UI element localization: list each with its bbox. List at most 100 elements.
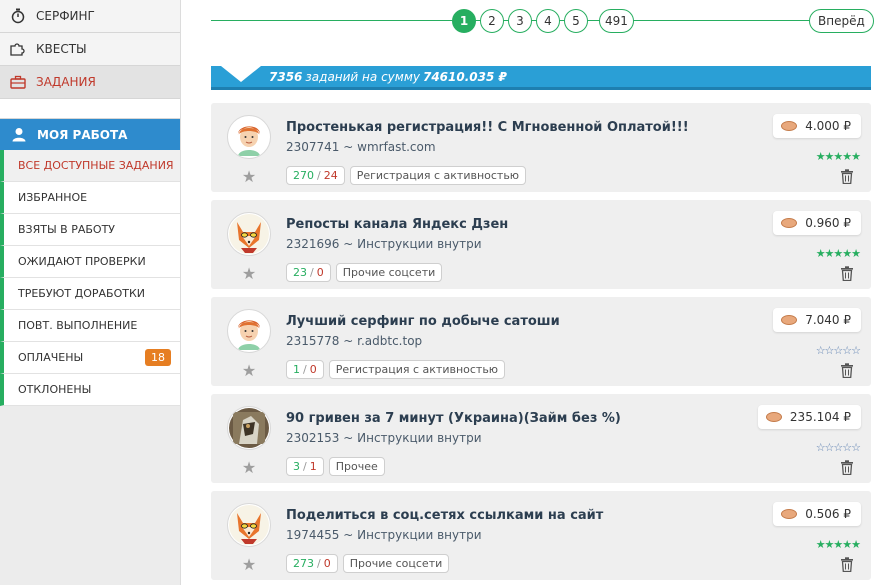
task-title[interactable]: Репосты канала Яндекс Дзен <box>286 217 508 232</box>
count-badge: 18 <box>145 349 171 366</box>
trash-icon[interactable] <box>840 266 854 281</box>
page-button-2[interactable]: 2 <box>480 9 504 33</box>
redhead-avatar[interactable] <box>227 309 271 353</box>
task-category[interactable]: Регистрация с активностью <box>328 360 506 379</box>
summary-text: заданий на сумму <box>305 69 420 84</box>
page-button-last[interactable]: 491 <box>599 9 634 33</box>
task-card[interactable]: ★ Поделиться в соц.сетях ссылками на сай… <box>211 491 871 580</box>
task-title[interactable]: Лучший серфинг по добыче сатоши <box>286 314 560 329</box>
task-category[interactable]: Прочее <box>328 457 385 476</box>
task-id: 2321696 <box>286 237 340 251</box>
task-title[interactable]: Простенькая регистрация!! С Мгновенной О… <box>286 120 689 135</box>
task-category[interactable]: Прочие соцсети <box>335 263 443 282</box>
favorite-star-icon[interactable]: ★ <box>240 168 258 186</box>
task-stats: 3/1 <box>286 457 324 476</box>
task-tags: 3/1 Прочее <box>286 457 390 476</box>
task-site: Инструкции внутри <box>357 237 482 251</box>
sidebar-divider <box>0 99 180 119</box>
task-meta: 2302153 ~ Инструкции внутри <box>286 431 482 445</box>
task-title[interactable]: Поделиться в соц.сетях ссылками на сайт <box>286 508 603 523</box>
page-button-4[interactable]: 4 <box>536 9 560 33</box>
favorite-star-icon[interactable]: ★ <box>240 556 258 574</box>
sidebar-item-revision[interactable]: ТРЕБУЮТ ДОРАБОТКИ <box>0 278 180 310</box>
task-tags: 273/0 Прочие соцсети <box>286 554 454 573</box>
page-button-1[interactable]: 1 <box>452 9 476 33</box>
coin-icon <box>781 315 798 325</box>
task-stats: 1/0 <box>286 360 324 379</box>
coin-icon <box>765 412 782 422</box>
fox-avatar[interactable] <box>227 212 271 256</box>
task-site: r.adbtc.top <box>357 334 423 348</box>
coin-icon <box>781 509 798 519</box>
task-price: 4.000 ₽ <box>773 114 861 138</box>
sidebar-item-repeat[interactable]: ПОВТ. ВЫПОЛНЕНИЕ <box>0 310 180 342</box>
sidebar-item-all-tasks[interactable]: ВСЕ ДОСТУПНЫЕ ЗАДАНИЯ <box>0 150 180 182</box>
sidebar-item-tasks[interactable]: ЗАДАНИЯ <box>0 66 180 99</box>
price-value: 0.960 ₽ <box>805 216 851 230</box>
page-button-5[interactable]: 5 <box>564 9 588 33</box>
total-amount: 74610.035 ₽ <box>422 69 507 84</box>
sidebar-item-quests[interactable]: КВЕСТЫ <box>0 33 180 66</box>
sidebar-item-label: ТРЕБУЮТ ДОРАБОТКИ <box>18 287 146 300</box>
task-category[interactable]: Регистрация с активностью <box>349 166 527 185</box>
trash-icon[interactable] <box>840 557 854 572</box>
coin-icon <box>781 218 798 228</box>
task-stats: 23/0 <box>286 263 331 282</box>
task-meta: 1974455 ~ Инструкции внутри <box>286 528 482 542</box>
task-card[interactable]: ★ Репосты канала Яндекс Дзен 2321696 ~ И… <box>211 200 871 289</box>
task-id: 2302153 <box>286 431 340 445</box>
task-tags: 270/24 Регистрация с активностью <box>286 166 531 185</box>
coin-icon <box>781 121 798 131</box>
rating-stars: ★★★★★ <box>815 538 861 551</box>
task-title[interactable]: 90 гривен за 7 минут (Украина)(Займ без … <box>286 411 621 426</box>
price-value: 7.040 ₽ <box>805 313 851 327</box>
done-count: 270 <box>293 169 314 182</box>
sidebar-item-label: ОТКЛОНЕНЫ <box>18 383 92 396</box>
sidebar-section-my-work[interactable]: МОЯ РАБОТА <box>0 119 180 150</box>
page-button-3[interactable]: 3 <box>508 9 532 33</box>
app-root: СЕРФИНГ КВЕСТЫ ЗАДАНИЯ МОЯ РАБОТА ВСЕ ДО… <box>0 0 879 585</box>
task-meta: 2315778 ~ r.adbtc.top <box>286 334 423 348</box>
photo-avatar[interactable] <box>227 406 271 450</box>
favorite-star-icon[interactable]: ★ <box>240 362 258 380</box>
sidebar-item-taken[interactable]: ВЗЯТЫ В РАБОТУ <box>0 214 180 246</box>
rating-stars: ☆☆☆☆☆ <box>815 441 861 454</box>
sidebar-item-rejected[interactable]: ОТКЛОНЕНЫ <box>0 374 180 406</box>
trash-icon[interactable] <box>840 169 854 184</box>
task-card[interactable]: ★ Простенькая регистрация!! С Мгновенной… <box>211 103 871 192</box>
task-price: 7.040 ₽ <box>773 308 861 332</box>
task-count: 7356 <box>269 69 303 84</box>
price-value: 0.506 ₽ <box>805 507 851 521</box>
trash-icon[interactable] <box>840 363 854 378</box>
sidebar-item-label: ПОВТ. ВЫПОЛНЕНИЕ <box>18 319 138 332</box>
rating-stars: ★★★★★ <box>815 247 861 260</box>
task-tags: 23/0 Прочие соцсети <box>286 263 447 282</box>
task-price: 235.104 ₽ <box>757 405 861 429</box>
sidebar-item-label: ИЗБРАННОЕ <box>18 191 88 204</box>
puzzle-icon <box>9 40 27 58</box>
price-value: 235.104 ₽ <box>789 410 851 424</box>
sidebar-item-label: ВСЕ ДОСТУПНЫЕ ЗАДАНИЯ <box>18 159 174 172</box>
favorite-star-icon[interactable]: ★ <box>240 265 258 283</box>
sidebar-item-favorites[interactable]: ИЗБРАННОЕ <box>0 182 180 214</box>
sidebar-item-label: СЕРФИНГ <box>36 9 95 23</box>
briefcase-icon <box>9 73 27 91</box>
rating-stars: ★★★★★ <box>815 150 861 163</box>
task-id: 1974455 <box>286 528 340 542</box>
sidebar-item-surfing[interactable]: СЕРФИНГ <box>0 0 180 33</box>
sidebar-item-paid[interactable]: ОПЛАЧЕНЫ 18 <box>0 342 180 374</box>
sidebar-item-pending[interactable]: ОЖИДАЮТ ПРОВЕРКИ <box>0 246 180 278</box>
task-card[interactable]: ★ Лучший серфинг по добыче сатоши 231577… <box>211 297 871 386</box>
sidebar-item-label: ОПЛАЧЕНЫ <box>18 351 84 364</box>
redhead-avatar[interactable] <box>227 115 271 159</box>
fox-avatar[interactable] <box>227 503 271 547</box>
task-category[interactable]: Прочие соцсети <box>342 554 450 573</box>
task-meta: 2321696 ~ Инструкции внутри <box>286 237 482 251</box>
done-count: 273 <box>293 557 314 570</box>
task-card[interactable]: ★ 90 гривен за 7 минут (Украина)(Займ бе… <box>211 394 871 483</box>
rating-stars: ☆☆☆☆☆ <box>815 344 861 357</box>
next-page-button[interactable]: Вперёд <box>809 9 874 33</box>
favorite-star-icon[interactable]: ★ <box>240 459 258 477</box>
task-tags: 1/0 Регистрация с активностью <box>286 360 510 379</box>
trash-icon[interactable] <box>840 460 854 475</box>
